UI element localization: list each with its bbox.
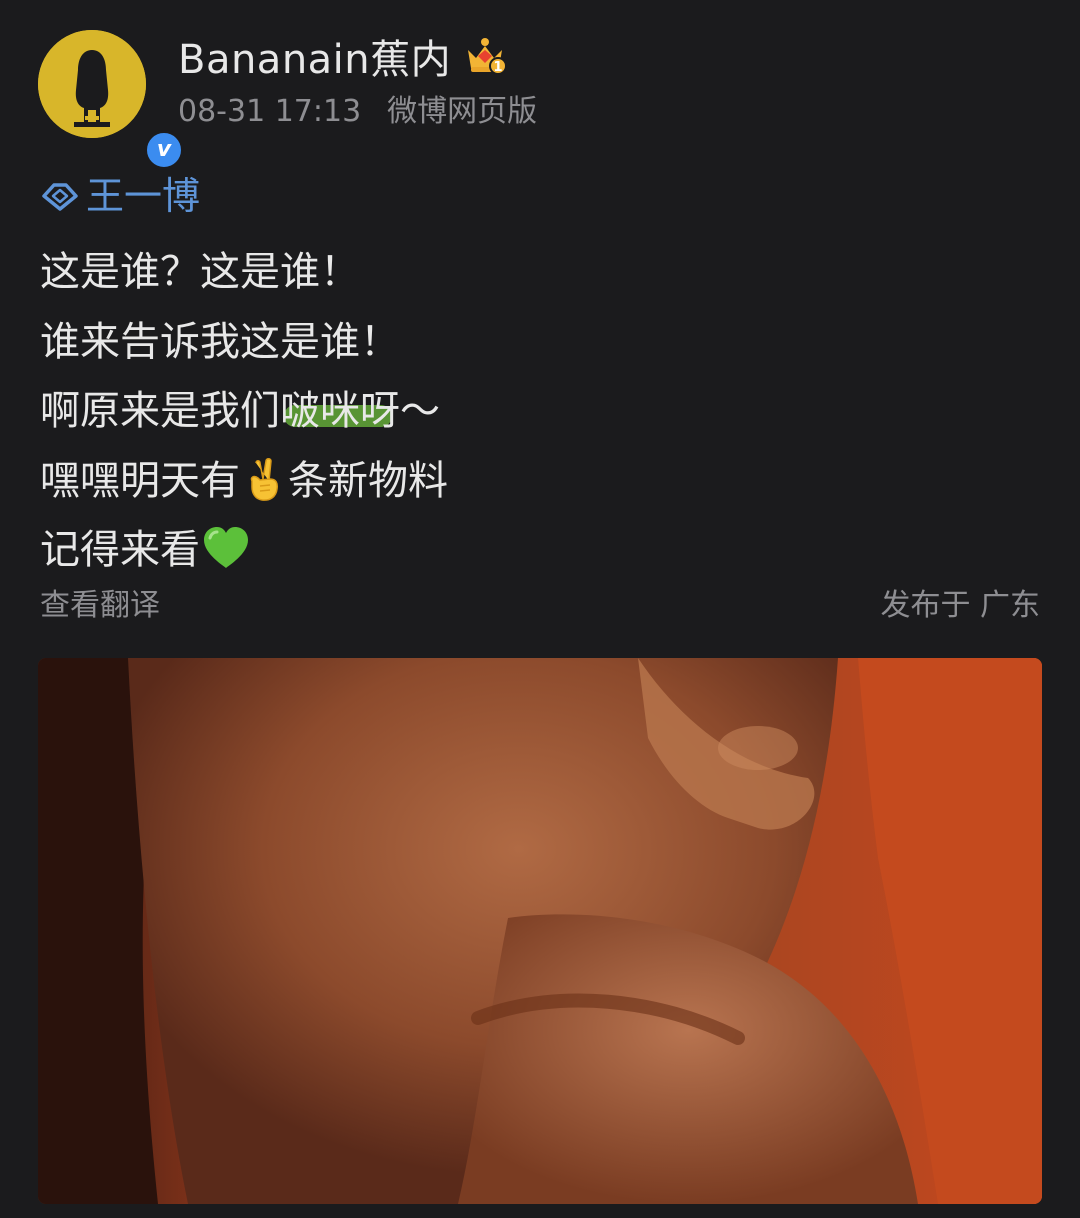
- avatar[interactable]: v: [38, 30, 184, 170]
- post-line: 谁来告诉我这是谁！: [40, 318, 400, 365]
- highlighted-text: 啵咪呀: [280, 388, 400, 434]
- post-meta: 08-31 17:13 微博网页版: [178, 92, 537, 132]
- username[interactable]: Bananain蕉内: [178, 34, 451, 86]
- translate-link[interactable]: 查看翻译: [40, 586, 160, 626]
- topic-label: 王一博: [86, 174, 201, 218]
- topic-link[interactable]: 王一博: [40, 172, 200, 220]
- timestamp: 08-31 17:13: [178, 94, 362, 129]
- post-line: 嘿嘿明天有 条新物料: [40, 447, 1040, 517]
- post-text: 条新物料: [288, 457, 448, 504]
- crown-icon[interactable]: 1: [464, 36, 506, 76]
- post-location: 发布于 广东: [880, 588, 1040, 623]
- post-line: 啊原来是我们 啵咪呀～: [40, 377, 1040, 447]
- crown-level: 1: [493, 60, 502, 75]
- post-line: 这是谁？这是谁！: [40, 249, 360, 295]
- post-text: 记得来看: [40, 527, 200, 573]
- post-text: 啊原来是我们: [40, 388, 280, 434]
- post-source[interactable]: 微博网页版: [387, 94, 537, 129]
- diamond-topic-icon: [42, 183, 78, 211]
- post-line: 记得来看: [40, 516, 1040, 586]
- post-text: ～: [400, 388, 440, 434]
- portrait-photo: [38, 658, 1042, 1204]
- post-body: 这是谁？这是谁！ 谁来告诉我这是谁！ 啊原来是我们 啵咪呀～ 嘿嘿明天有 条新物料…: [40, 238, 1040, 586]
- bananain-logo-icon: [38, 30, 146, 138]
- green-heart-emoji: [204, 527, 248, 568]
- victory-hand-emoji: [250, 457, 278, 501]
- verified-badge-icon: v: [144, 130, 184, 170]
- post-image[interactable]: [38, 658, 1042, 1204]
- post-text: 嘿嘿明天有: [40, 457, 240, 504]
- weibo-post: v Bananain蕉内 1 08-31 17:13 微博网页版 王一博 这是谁？…: [0, 0, 1080, 1218]
